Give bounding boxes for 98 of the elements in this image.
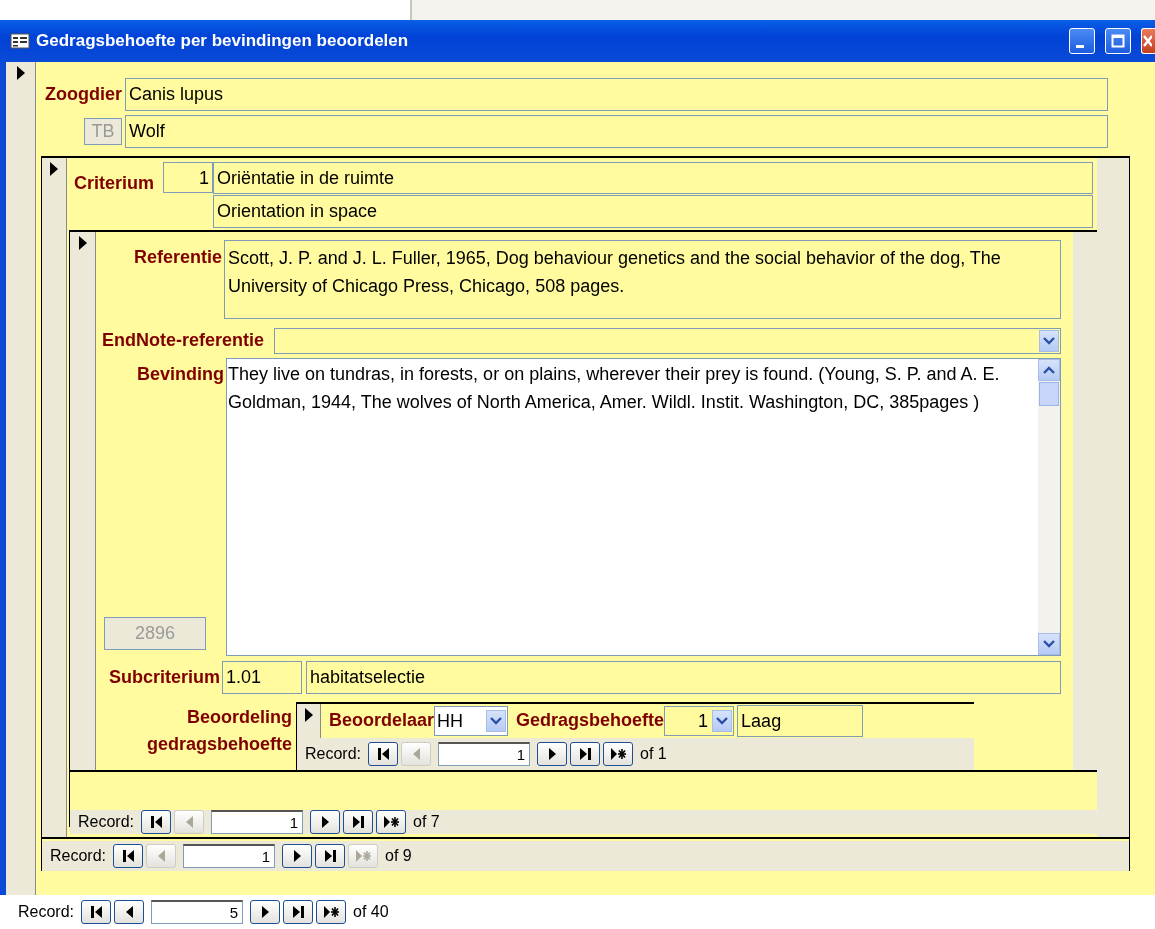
last-record-icon (579, 748, 591, 760)
record-label: Record: (305, 744, 362, 764)
record-label: Record: (18, 902, 75, 922)
next-record-button[interactable] (250, 900, 281, 924)
new-record-icon (610, 748, 626, 760)
previous-record-icon (157, 849, 165, 862)
dropdown-button[interactable] (486, 709, 507, 732)
record-number-field[interactable]: 1 (211, 810, 304, 834)
record-count: of 9 (385, 845, 412, 866)
field-label: Beoordelaar (329, 709, 435, 733)
form-icon (10, 33, 30, 49)
assessor-combo-box[interactable]: HH (434, 705, 509, 737)
scroll-down-button[interactable] (1038, 633, 1060, 656)
next-record-icon (321, 816, 329, 828)
chevron-down-icon (1043, 335, 1055, 346)
window-title: Gedragsbehoefte per bevindingen beoordelen (36, 30, 410, 53)
new-record-icon (323, 906, 339, 918)
dropdown-button[interactable] (1039, 329, 1059, 352)
reference-field[interactable]: Scott, J. P. and J. L. Fuller, 1965, Dog behaviour genetics and the social behavior of the dog, The University of Chicago Press, Chicago, 508 pages. (224, 240, 1061, 320)
record-selector-icon (15, 66, 26, 80)
first-record-icon (150, 816, 162, 828)
id-field: 2896 (104, 617, 206, 651)
record-number-field[interactable]: 1 (438, 742, 531, 766)
record-count: of 1 (640, 744, 667, 764)
last-record-icon (324, 849, 336, 862)
new-record-icon (355, 849, 371, 862)
next-record-button[interactable] (310, 810, 341, 834)
scroll-up-button[interactable] (1038, 359, 1060, 382)
record-selector-icon (303, 708, 314, 722)
previous-record-icon (412, 748, 420, 760)
last-record-icon (292, 906, 304, 918)
maximize-icon (1111, 34, 1125, 48)
field-label: Criterium (73, 171, 155, 195)
previous-record-icon (185, 816, 193, 828)
common-name-field[interactable]: Wolf (125, 114, 1108, 148)
new-record-button[interactable] (376, 810, 407, 834)
previous-record-button[interactable] (114, 900, 145, 924)
close-icon (1142, 34, 1152, 48)
field-label: EndNote-referentie (100, 329, 265, 353)
new-record-icon (383, 816, 399, 828)
subcriterion-code-field[interactable]: 1.01 (222, 661, 302, 694)
need-level-combo-box[interactable]: 1 (664, 705, 735, 737)
record-count: of 7 (413, 812, 440, 832)
field-label: Subcriterium (107, 666, 221, 690)
minimize-button[interactable] (1069, 28, 1095, 54)
last-record-icon (352, 816, 364, 828)
record-number-field[interactable]: 1 (183, 843, 276, 868)
record-selector-icon (77, 236, 88, 251)
field-label: Zoogdier (44, 82, 123, 106)
record-selector-icon (49, 161, 59, 176)
first-record-icon (122, 849, 134, 862)
combo-value: HH (437, 709, 465, 733)
first-record-button[interactable] (113, 843, 144, 868)
first-record-button[interactable] (81, 900, 112, 924)
record-count: of 40 (353, 902, 389, 922)
maximize-button[interactable] (1105, 28, 1131, 54)
last-record-button[interactable] (343, 810, 374, 834)
next-record-button[interactable] (537, 742, 568, 766)
next-record-icon (293, 849, 301, 862)
first-record-button[interactable] (368, 742, 399, 766)
previous-record-icon (125, 906, 133, 918)
species-field[interactable]: Canis lupus (125, 78, 1108, 111)
new-record-button[interactable] (316, 900, 347, 924)
new-record-button[interactable] (603, 742, 634, 766)
record-label: Record: (50, 845, 107, 866)
criterion-number-field[interactable]: 1 (163, 161, 213, 193)
chevron-down-icon (490, 715, 503, 726)
field-label: Referentie (132, 246, 223, 270)
next-record-button[interactable] (282, 843, 313, 868)
first-record-icon (90, 906, 102, 918)
next-record-icon (548, 748, 556, 760)
subcriterion-name-field[interactable]: habitatselectie (306, 661, 1061, 694)
close-button[interactable] (1141, 28, 1155, 54)
first-record-icon (377, 748, 389, 760)
last-record-button[interactable] (315, 843, 346, 868)
record-number-field[interactable]: 5 (151, 900, 244, 924)
last-record-button[interactable] (283, 900, 314, 924)
record-label: Record: (78, 812, 135, 832)
code-field: TB (84, 117, 122, 145)
finding-text-area[interactable]: They live on tundras, in forests, or on plains, wherever their prey is found. (Young, S. P. and A. E. Goldman, 1944, The wolves of North America, Amer. Wildl. Instit. Washington, DC, 385pages ) (226, 358, 1061, 657)
criterion-translation-field[interactable]: Orientation in space (213, 195, 1093, 229)
need-name-field[interactable]: Laag (737, 704, 864, 738)
dropdown-button[interactable] (712, 709, 733, 732)
finding-text: They live on tundras, in forests, or on plains, wherever their prey is found. (Young, S. P. and A. E. Goldman, 1944, The wolves of North America, Amer. Wildl. Instit. Washington, DC, 385pages ) (227, 363, 1001, 415)
field-label: Beoordeling gedragsbehoefte (145, 706, 293, 756)
scrollbar[interactable] (1038, 359, 1060, 656)
scrollbar-thumb[interactable] (1039, 382, 1059, 407)
field-label: Bevinding (136, 363, 225, 387)
first-record-button[interactable] (141, 810, 172, 834)
chevron-down-icon (716, 715, 729, 726)
minimize-icon (1076, 45, 1084, 48)
chevron-up-icon (1043, 365, 1055, 376)
next-record-icon (261, 906, 269, 918)
field-label: Gedragsbehoefte (516, 709, 665, 733)
combo-value: 1 (697, 709, 710, 733)
last-record-button[interactable] (570, 742, 601, 766)
chevron-down-icon (1043, 639, 1055, 650)
criterion-name-field[interactable]: Oriëntatie in de ruimte (213, 161, 1093, 195)
